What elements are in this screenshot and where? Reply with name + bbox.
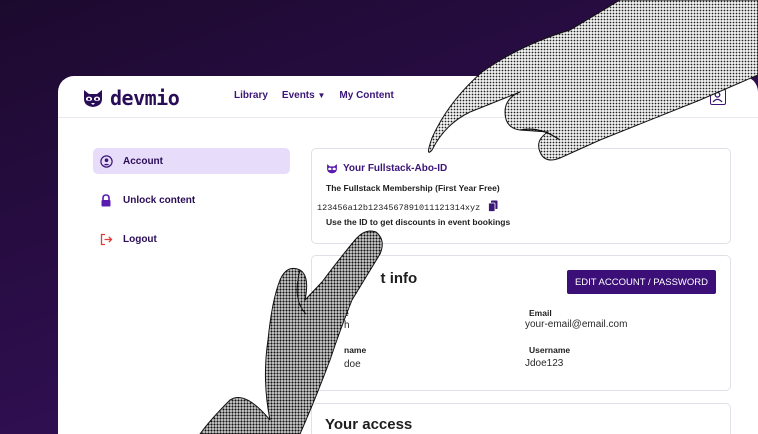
sidebar-item-account[interactable]: Account — [93, 148, 290, 174]
user-profile-icon[interactable] — [710, 89, 726, 105]
app-window: devmio Library Events ▼ My Content Accou… — [58, 76, 758, 434]
copy-icon[interactable] — [488, 200, 498, 215]
your-access-title: Your access — [325, 416, 413, 433]
account-sidebar: Account Unlock content Logout — [93, 148, 290, 265]
logout-icon — [99, 232, 113, 246]
fullstack-abo-card: Your Fullstack-Abo-ID The Fullstack Memb… — [311, 148, 731, 244]
user-circle-icon — [99, 154, 113, 168]
sidebar-item-label: Logout — [123, 233, 157, 245]
sidebar-item-label: Account — [123, 155, 163, 167]
lastname-field-value: doe — [344, 359, 361, 370]
lock-icon — [99, 193, 113, 207]
account-info-title-start: Acc — [325, 270, 353, 287]
account-info-title: Acc t info — [325, 270, 417, 287]
raccoon-logo-icon — [84, 90, 102, 107]
nav-events[interactable]: Events ▼ — [282, 90, 326, 101]
your-access-card: Your access — [311, 403, 731, 434]
email-field-label: Email — [529, 308, 552, 318]
nav-library[interactable]: Library — [234, 90, 268, 101]
raccoon-badge-icon — [327, 164, 337, 174]
account-info-title-end: t info — [380, 270, 418, 287]
top-navigation-bar: devmio Library Events ▼ My Content — [58, 76, 758, 118]
nav-events-label: Events — [281, 90, 315, 101]
lastname-field-label: name — [344, 345, 367, 355]
username-field-label: Username — [529, 345, 571, 355]
abo-id-value: 123456a12b1234567891011121314xyz — [317, 202, 481, 213]
sidebar-item-logout[interactable]: Logout — [93, 226, 290, 252]
brand-logo[interactable]: devmio — [82, 86, 180, 110]
nav-my-content[interactable]: My Content — [339, 90, 393, 101]
edit-account-password-button[interactable]: EDIT ACCOUNT / PASSWORD — [566, 270, 716, 294]
main-nav: Library Events ▼ My Content — [234, 90, 394, 101]
abo-hint: Use the ID to get discounts in event boo… — [326, 217, 511, 227]
chevron-down-icon: ▼ — [317, 91, 326, 100]
account-info-card: Acc t info EDIT ACCOUNT / PASSWORD e h Em… — [311, 255, 731, 391]
membership-name: The Fullstack Membership (First Year Fre… — [326, 183, 500, 193]
name-field-value: h — [344, 320, 350, 331]
abo-title: Your Fullstack-Abo-ID — [326, 163, 447, 174]
abo-id-row: 123456a12b1234567891011121314xyz — [317, 200, 498, 215]
username-field-value: Jdoe123 — [525, 358, 564, 369]
abo-title-text: Your Fullstack-Abo-ID — [343, 163, 448, 174]
sidebar-item-label: Unlock content — [123, 194, 196, 206]
sidebar-item-unlock-content[interactable]: Unlock content — [93, 187, 290, 213]
email-field-value: your-email@email.com — [525, 319, 628, 330]
brand-name: devmio — [110, 86, 180, 110]
name-field-label: e — [344, 308, 349, 318]
